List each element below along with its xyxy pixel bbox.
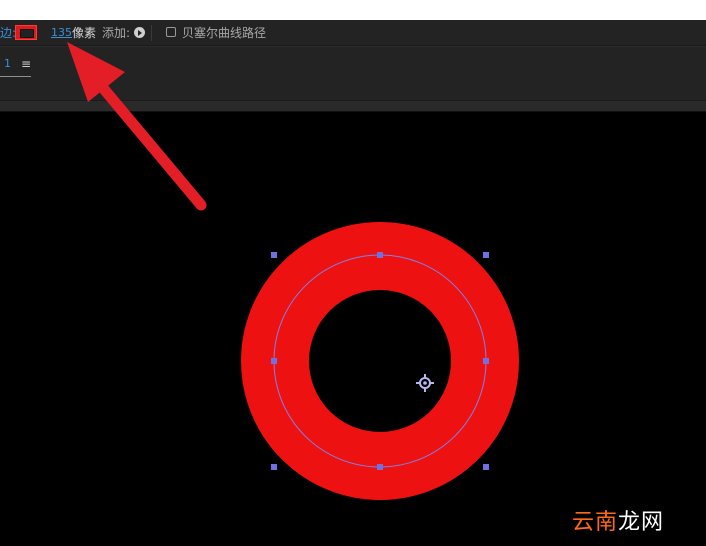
handle-bottom-right[interactable] xyxy=(483,464,489,470)
handle-bottom[interactable] xyxy=(377,464,383,470)
watermark-part1: 云南 xyxy=(572,510,619,535)
anchor-point-icon[interactable] xyxy=(416,374,434,392)
handle-right[interactable] xyxy=(483,358,489,364)
handle-bottom-left[interactable] xyxy=(271,464,277,470)
red-ring-shape[interactable] xyxy=(241,222,519,500)
annotation-arrow xyxy=(67,42,207,211)
watermark: 云南龙网 xyxy=(572,504,664,536)
handle-top-right[interactable] xyxy=(483,252,489,258)
handle-top-left[interactable] xyxy=(271,252,277,258)
canvas-overlay xyxy=(67,42,519,500)
watermark-part2: 龙网 xyxy=(618,510,665,535)
handle-top[interactable] xyxy=(377,252,383,258)
handle-left[interactable] xyxy=(271,358,277,364)
